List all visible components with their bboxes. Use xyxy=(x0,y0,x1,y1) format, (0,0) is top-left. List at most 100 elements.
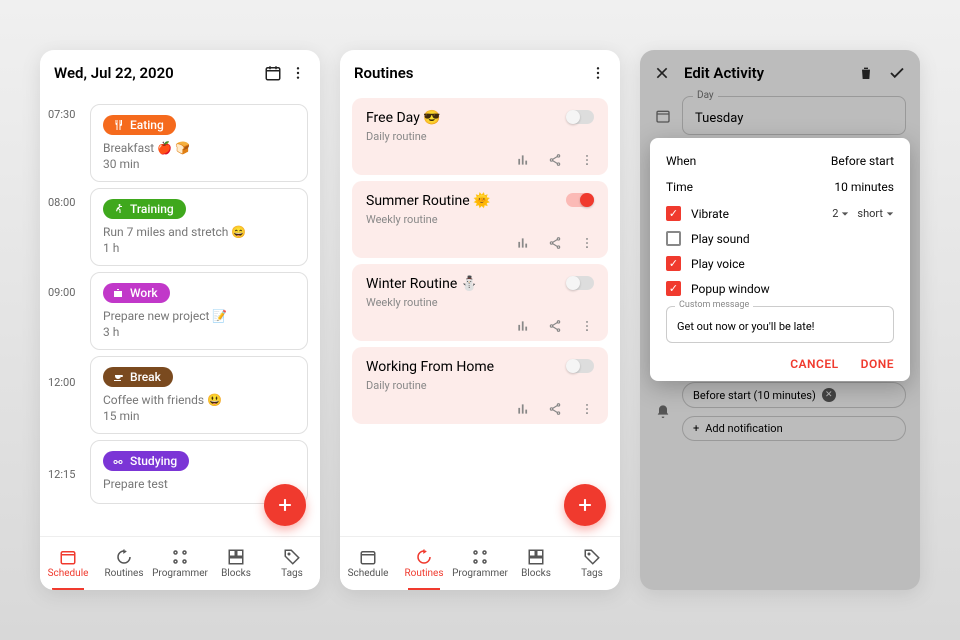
play-sound-row[interactable]: Play sound xyxy=(666,231,894,246)
stats-icon[interactable] xyxy=(516,236,530,250)
share-icon[interactable] xyxy=(548,236,562,250)
share-icon[interactable] xyxy=(548,319,562,333)
nav-programmer[interactable]: Programmer xyxy=(152,537,208,590)
routine-subtitle: Weekly routine xyxy=(366,213,491,226)
schedule-body: 07:30 08:00 09:00 12:00 12:15 Eating Bre… xyxy=(40,92,320,536)
add-notification-chip[interactable]: + Add notification xyxy=(682,416,906,441)
time-label: 12:15 xyxy=(48,468,75,481)
category-pill: Eating xyxy=(103,115,176,135)
schedule-duration: 3 h xyxy=(103,325,295,339)
routine-name: Working From Home xyxy=(366,359,494,375)
delete-icon[interactable] xyxy=(858,65,874,81)
routine-card[interactable]: Working From Home Daily routine xyxy=(352,347,608,424)
play-sound-checkbox[interactable] xyxy=(666,231,681,246)
routines-list: Free Day 😎 Daily routine Summer Routine … xyxy=(340,92,620,536)
cancel-button[interactable]: CANCEL xyxy=(790,357,838,371)
blocks-icon xyxy=(227,548,245,566)
time-label: 12:00 xyxy=(48,376,75,389)
more-icon[interactable] xyxy=(580,153,594,167)
more-icon[interactable] xyxy=(580,402,594,416)
routine-card[interactable]: Summer Routine 🌞 Weekly routine xyxy=(352,181,608,258)
category-pill: Work xyxy=(103,283,170,303)
nav-routines[interactable]: Routines xyxy=(396,537,452,590)
routine-subtitle: Daily routine xyxy=(366,130,441,143)
schedule-desc: Coffee with friends 😃 xyxy=(103,393,295,407)
fab-add[interactable] xyxy=(564,484,606,526)
nav-blocks[interactable]: Blocks xyxy=(508,537,564,590)
utensils-icon xyxy=(111,118,125,132)
vibrate-row[interactable]: Vibrate 2 short xyxy=(666,206,894,221)
routine-name: Summer Routine 🌞 xyxy=(366,193,491,209)
day-value: Tuesday xyxy=(695,111,743,126)
coffee-icon xyxy=(111,370,125,384)
when-row[interactable]: When Before start xyxy=(666,154,894,168)
day-label: Day xyxy=(693,90,718,101)
more-icon[interactable] xyxy=(290,65,306,81)
schedule-desc: Prepare new project 📝 xyxy=(103,309,295,323)
screen-routines: Routines Free Day 😎 Daily routine Summer… xyxy=(340,50,620,590)
routines-icon xyxy=(115,548,133,566)
schedule-card[interactable]: Work Prepare new project 📝 3 h xyxy=(90,272,308,350)
nav-routines[interactable]: Routines xyxy=(96,537,152,590)
screen-schedule: Wed, Jul 22, 2020 07:30 08:00 09:00 12:0… xyxy=(40,50,320,590)
nav-schedule[interactable]: Schedule xyxy=(340,537,396,590)
vibrate-length-select[interactable]: short xyxy=(857,207,894,220)
more-icon[interactable] xyxy=(580,319,594,333)
tags-icon xyxy=(583,548,601,566)
nav-blocks[interactable]: Blocks xyxy=(208,537,264,590)
category-pill: Training xyxy=(103,199,186,219)
category-pill: Studying xyxy=(103,451,189,471)
stats-icon[interactable] xyxy=(516,319,530,333)
nav-tags[interactable]: Tags xyxy=(564,537,620,590)
time-label: 07:30 xyxy=(48,108,75,121)
vibrate-count-select[interactable]: 2 xyxy=(832,207,849,220)
schedule-card[interactable]: Training Run 7 miles and stretch 😄 1 h xyxy=(90,188,308,266)
play-voice-checkbox[interactable] xyxy=(666,256,681,271)
calendar-icon[interactable] xyxy=(264,64,282,82)
routine-card[interactable]: Free Day 😎 Daily routine xyxy=(352,98,608,175)
routine-toggle[interactable] xyxy=(566,110,594,124)
run-icon xyxy=(111,202,125,216)
routine-toggle[interactable] xyxy=(566,193,594,207)
schedule-duration: 1 h xyxy=(103,241,295,255)
day-field[interactable]: Day Tuesday xyxy=(682,96,906,135)
stats-icon[interactable] xyxy=(516,402,530,416)
nav-tags[interactable]: Tags xyxy=(264,537,320,590)
play-voice-row[interactable]: Play voice xyxy=(666,256,894,271)
plus-icon: + xyxy=(693,422,699,435)
schedule-card[interactable]: Break Coffee with friends 😃 15 min xyxy=(90,356,308,434)
blocks-icon xyxy=(527,548,545,566)
more-icon[interactable] xyxy=(590,65,606,81)
programmer-icon xyxy=(171,548,189,566)
time-label: 08:00 xyxy=(48,196,75,209)
popup-window-checkbox[interactable] xyxy=(666,281,681,296)
done-button[interactable]: DONE xyxy=(861,357,894,371)
popup-window-row[interactable]: Popup window xyxy=(666,281,894,296)
nav-schedule[interactable]: Schedule xyxy=(40,537,96,590)
confirm-icon[interactable] xyxy=(888,64,906,82)
routine-card[interactable]: Winter Routine ⛄ Weekly routine xyxy=(352,264,608,341)
schedule-card[interactable]: Eating Breakfast 🍎 🍞 30 min xyxy=(90,104,308,182)
time-row[interactable]: Time 10 minutes xyxy=(666,180,894,194)
schedule-items: Eating Breakfast 🍎 🍞 30 min Training Run… xyxy=(90,92,312,504)
schedule-duration: 15 min xyxy=(103,409,295,423)
schedule-header: Wed, Jul 22, 2020 xyxy=(40,50,320,92)
close-icon[interactable] xyxy=(654,65,670,81)
more-icon[interactable] xyxy=(580,236,594,250)
stats-icon[interactable] xyxy=(516,153,530,167)
schedule-desc: Run 7 miles and stretch 😄 xyxy=(103,225,295,239)
custom-message-field[interactable]: Custom message Get out now or you'll be … xyxy=(666,306,894,343)
routine-toggle[interactable] xyxy=(566,276,594,290)
routine-toggle[interactable] xyxy=(566,359,594,373)
share-icon[interactable] xyxy=(548,402,562,416)
notification-chip[interactable]: Before start (10 minutes) ✕ xyxy=(682,382,906,408)
tags-icon xyxy=(283,548,301,566)
category-pill: Break xyxy=(103,367,173,387)
nav-programmer[interactable]: Programmer xyxy=(452,537,508,590)
fab-add[interactable] xyxy=(264,484,306,526)
remove-chip-icon[interactable]: ✕ xyxy=(822,388,836,402)
schedule-desc: Breakfast 🍎 🍞 xyxy=(103,141,295,155)
vibrate-checkbox[interactable] xyxy=(666,206,681,221)
edit-title: Edit Activity xyxy=(684,64,844,82)
share-icon[interactable] xyxy=(548,153,562,167)
